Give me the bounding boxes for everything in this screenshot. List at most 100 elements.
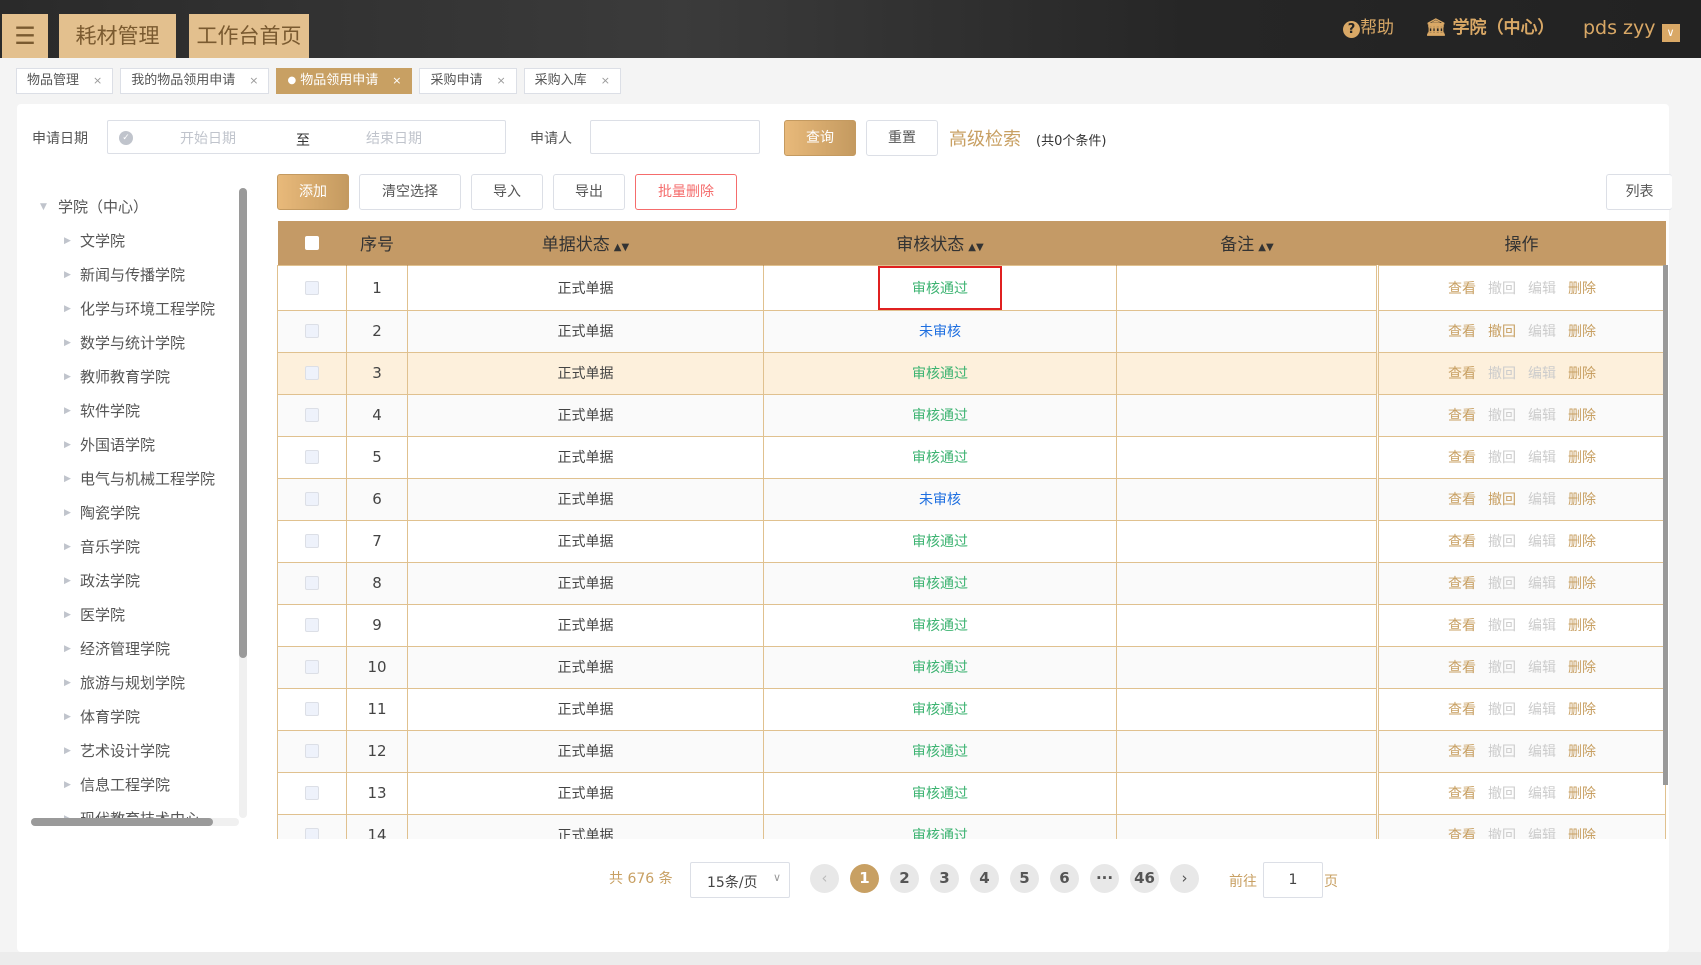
tree-node[interactable]: ▶ 化学与环境工程学院 xyxy=(30,292,245,326)
table-row[interactable]: 13 正式单据 审核通过 查看 撤回 编辑 删除 xyxy=(277,771,1666,815)
action-view[interactable]: 查看 xyxy=(1448,366,1476,382)
action-edit[interactable]: 编辑 xyxy=(1528,324,1556,340)
row-checkbox[interactable] xyxy=(305,280,319,295)
tree-node[interactable]: ▶ 旅游与规划学院 xyxy=(30,666,245,700)
action-withdraw[interactable]: 撤回 xyxy=(1488,618,1516,634)
action-view[interactable]: 查看 xyxy=(1448,660,1476,676)
tree-node[interactable]: ▶ 软件学院 xyxy=(30,394,245,428)
action-delete[interactable]: 删除 xyxy=(1568,450,1596,466)
action-withdraw[interactable]: 撤回 xyxy=(1488,324,1516,340)
action-delete[interactable]: 删除 xyxy=(1568,828,1596,839)
nav-consumables[interactable]: 耗材管理 xyxy=(59,14,176,58)
row-checkbox[interactable] xyxy=(305,660,319,674)
page-button[interactable]: 2 xyxy=(890,864,919,893)
action-withdraw[interactable]: 撤回 xyxy=(1488,702,1516,718)
row-checkbox[interactable] xyxy=(305,324,319,338)
caret-right-icon[interactable]: ▶ xyxy=(64,700,71,734)
help-link[interactable]: ? 帮助 xyxy=(1343,16,1394,40)
clear-selection-button[interactable]: 清空选择 xyxy=(359,174,461,210)
row-checkbox[interactable] xyxy=(305,450,319,464)
caret-right-icon[interactable]: ▶ xyxy=(64,632,71,666)
caret-right-icon[interactable]: ▶ xyxy=(64,496,71,530)
caret-down-icon[interactable]: ▼ xyxy=(40,190,47,224)
prev-page-icon[interactable]: ‹ xyxy=(810,864,839,893)
action-withdraw[interactable]: 撤回 xyxy=(1488,281,1516,297)
batch-delete-button[interactable]: 批量删除 xyxy=(635,174,737,210)
row-checkbox[interactable] xyxy=(305,576,319,590)
caret-right-icon[interactable]: ▶ xyxy=(64,428,71,462)
table-vertical-scrollbar[interactable] xyxy=(1663,265,1668,785)
action-edit[interactable]: 编辑 xyxy=(1528,828,1556,839)
action-withdraw[interactable]: 撤回 xyxy=(1488,534,1516,550)
next-page-icon[interactable]: › xyxy=(1170,864,1199,893)
action-withdraw[interactable]: 撤回 xyxy=(1488,786,1516,802)
row-checkbox[interactable] xyxy=(305,492,319,506)
action-delete[interactable]: 删除 xyxy=(1568,576,1596,592)
action-delete[interactable]: 删除 xyxy=(1568,660,1596,676)
table-row[interactable]: 1 正式单据 审核通过 查看 撤回 编辑 删除 xyxy=(277,264,1666,311)
page-size-select[interactable]: 15条/页 ∨ xyxy=(690,862,790,898)
tree-node[interactable]: ▶ 信息工程学院 xyxy=(30,768,245,802)
action-delete[interactable]: 删除 xyxy=(1568,744,1596,760)
action-delete[interactable]: 删除 xyxy=(1568,324,1596,340)
table-row[interactable]: 6 正式单据 未审核 查看 撤回 编辑 删除 xyxy=(277,477,1666,521)
action-delete[interactable]: 删除 xyxy=(1568,366,1596,382)
sort-icon[interactable]: ▲▼ xyxy=(1258,242,1273,253)
caret-right-icon[interactable]: ▶ xyxy=(64,292,71,326)
select-all-checkbox[interactable] xyxy=(304,235,319,250)
caret-right-icon[interactable]: ▶ xyxy=(64,326,71,360)
page-button[interactable]: 4 xyxy=(970,864,999,893)
close-icon[interactable]: × xyxy=(392,69,401,93)
action-edit[interactable]: 编辑 xyxy=(1528,744,1556,760)
caret-right-icon[interactable]: ▶ xyxy=(64,462,71,496)
table-row[interactable]: 14 正式单据 审核通过 查看 撤回 编辑 删除 xyxy=(277,813,1666,839)
action-delete[interactable]: 删除 xyxy=(1568,281,1596,297)
table-row[interactable]: 12 正式单据 审核通过 查看 撤回 编辑 删除 xyxy=(277,729,1666,773)
row-checkbox[interactable] xyxy=(305,366,319,380)
page-button[interactable]: 5 xyxy=(1010,864,1039,893)
action-view[interactable]: 查看 xyxy=(1448,744,1476,760)
advanced-search-link[interactable]: 高级检索 xyxy=(949,125,1021,151)
date-range-picker[interactable]: ✓ 开始日期 至 结束日期 xyxy=(107,120,506,154)
action-withdraw[interactable]: 撤回 xyxy=(1488,660,1516,676)
action-view[interactable]: 查看 xyxy=(1448,534,1476,550)
page-button[interactable]: 46 xyxy=(1130,864,1159,893)
applicant-input[interactable] xyxy=(590,120,760,154)
action-edit[interactable]: 编辑 xyxy=(1528,786,1556,802)
page-button[interactable]: 3 xyxy=(930,864,959,893)
action-view[interactable]: 查看 xyxy=(1448,281,1476,297)
table-row[interactable]: 4 正式单据 审核通过 查看 撤回 编辑 删除 xyxy=(277,393,1666,437)
action-view[interactable]: 查看 xyxy=(1448,408,1476,424)
nav-workbench-home[interactable]: 工作台首页 xyxy=(189,14,309,58)
tree-node[interactable]: ▶ 文学院 xyxy=(30,224,245,258)
caret-right-icon[interactable]: ▶ xyxy=(64,394,71,428)
end-date-input[interactable]: 结束日期 xyxy=(366,128,422,148)
action-view[interactable]: 查看 xyxy=(1448,576,1476,592)
action-edit[interactable]: 编辑 xyxy=(1528,450,1556,466)
tree-node[interactable]: ▶ 经济管理学院 xyxy=(30,632,245,666)
caret-right-icon[interactable]: ▶ xyxy=(64,224,71,258)
page-button[interactable]: 6 xyxy=(1050,864,1079,893)
action-edit[interactable]: 编辑 xyxy=(1528,576,1556,592)
org-selector[interactable]: 🏛 学院（中心） xyxy=(1425,16,1555,40)
close-icon[interactable]: × xyxy=(93,69,102,93)
action-delete[interactable]: 删除 xyxy=(1568,786,1596,802)
sort-icon[interactable]: ▲▼ xyxy=(614,242,629,253)
action-delete[interactable]: 删除 xyxy=(1568,618,1596,634)
tab-0[interactable]: 物品管理 × xyxy=(16,68,114,94)
table-row[interactable]: 8 正式单据 审核通过 查看 撤回 编辑 删除 xyxy=(277,561,1666,605)
action-view[interactable]: 查看 xyxy=(1448,828,1476,839)
action-view[interactable]: 查看 xyxy=(1448,450,1476,466)
tab-1[interactable]: 我的物品领用申请 × xyxy=(120,68,270,94)
action-edit[interactable]: 编辑 xyxy=(1528,408,1556,424)
tab-3[interactable]: 采购申请 × xyxy=(419,68,517,94)
column-header-audit-status[interactable]: 审核状态 ▲▼ xyxy=(763,221,1117,265)
action-delete[interactable]: 删除 xyxy=(1568,702,1596,718)
caret-right-icon[interactable]: ▶ xyxy=(64,530,71,564)
import-button[interactable]: 导入 xyxy=(471,174,543,210)
action-withdraw[interactable]: 撤回 xyxy=(1488,744,1516,760)
tree-vertical-scrollbar[interactable] xyxy=(239,188,247,818)
page-button[interactable]: 1 xyxy=(850,864,879,893)
action-delete[interactable]: 删除 xyxy=(1568,408,1596,424)
column-header-remark[interactable]: 备注 ▲▼ xyxy=(1116,221,1378,265)
